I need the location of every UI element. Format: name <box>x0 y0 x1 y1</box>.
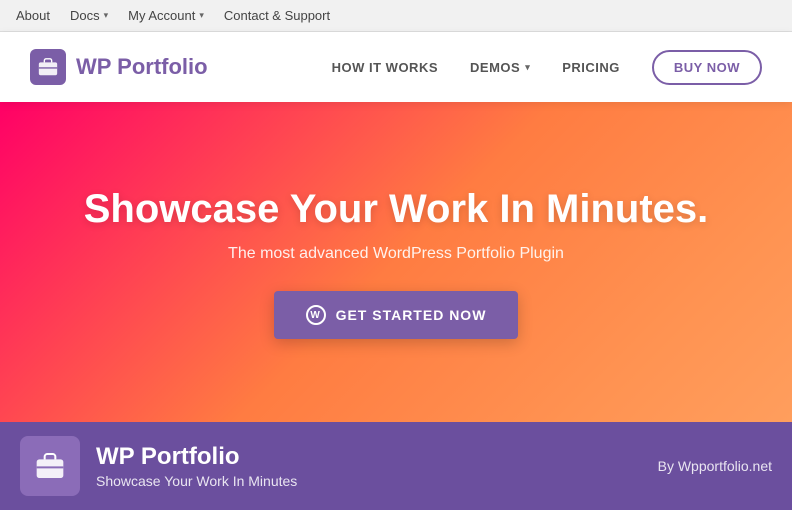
logo-wp: WP Portfolio <box>76 54 208 79</box>
admin-bar-myaccount[interactable]: My Account ▾ <box>128 8 204 23</box>
get-started-button[interactable]: W GET STARTED NOW <box>274 291 519 339</box>
myaccount-chevron-icon: ▾ <box>199 10 204 21</box>
hero-title: Showcase Your Work In Minutes. <box>84 185 709 233</box>
plugin-name: WP Portfolio <box>96 443 642 472</box>
admin-bar-contact-label: Contact & Support <box>224 8 330 23</box>
wp-icon: W <box>306 305 326 325</box>
admin-bar-docs[interactable]: Docs ▾ <box>70 8 108 23</box>
admin-bar-contact[interactable]: Contact & Support <box>224 8 330 23</box>
hero-cta-label: GET STARTED NOW <box>336 307 487 323</box>
admin-bar-docs-label: Docs <box>70 8 100 23</box>
logo-icon <box>30 49 66 85</box>
docs-chevron-icon: ▾ <box>104 10 109 21</box>
bottom-bar: WP Portfolio Showcase Your Work In Minut… <box>0 422 792 510</box>
plugin-icon <box>20 436 80 496</box>
hero-subtitle: The most advanced WordPress Portfolio Pl… <box>84 245 709 263</box>
admin-bar-about[interactable]: About <box>16 8 50 23</box>
admin-bar: About Docs ▾ My Account ▾ Contact & Supp… <box>0 0 792 32</box>
hero-content: Showcase Your Work In Minutes. The most … <box>84 185 709 339</box>
buy-now-button[interactable]: BUY NOW <box>652 50 762 85</box>
plugin-info: WP Portfolio Showcase Your Work In Minut… <box>96 443 642 490</box>
briefcase-icon <box>37 56 59 78</box>
logo[interactable]: WP Portfolio <box>30 49 208 85</box>
nav-how-it-works[interactable]: HOW IT WORKS <box>332 60 438 75</box>
nav-demos-label: DEMOS <box>470 60 520 75</box>
nav-pricing-label: PRICING <box>562 60 620 75</box>
nav-right: HOW IT WORKS DEMOS ▾ PRICING BUY NOW <box>332 50 762 85</box>
nav-pricing[interactable]: PRICING <box>562 60 620 75</box>
nav-how-it-works-label: HOW IT WORKS <box>332 60 438 75</box>
admin-bar-myaccount-label: My Account <box>128 8 195 23</box>
logo-text: WP Portfolio <box>76 54 208 80</box>
hero-section: Showcase Your Work In Minutes. The most … <box>0 102 792 422</box>
main-nav: WP Portfolio HOW IT WORKS DEMOS ▾ PRICIN… <box>0 32 792 102</box>
plugin-by: By Wpportfolio.net <box>658 458 772 474</box>
site-wrapper: WP Portfolio HOW IT WORKS DEMOS ▾ PRICIN… <box>0 32 792 510</box>
demos-chevron-icon: ▾ <box>525 62 530 73</box>
plugin-tagline: Showcase Your Work In Minutes <box>96 473 642 489</box>
briefcase-bottom-icon <box>34 450 66 482</box>
nav-demos[interactable]: DEMOS ▾ <box>470 60 530 75</box>
admin-bar-about-label: About <box>16 8 50 23</box>
